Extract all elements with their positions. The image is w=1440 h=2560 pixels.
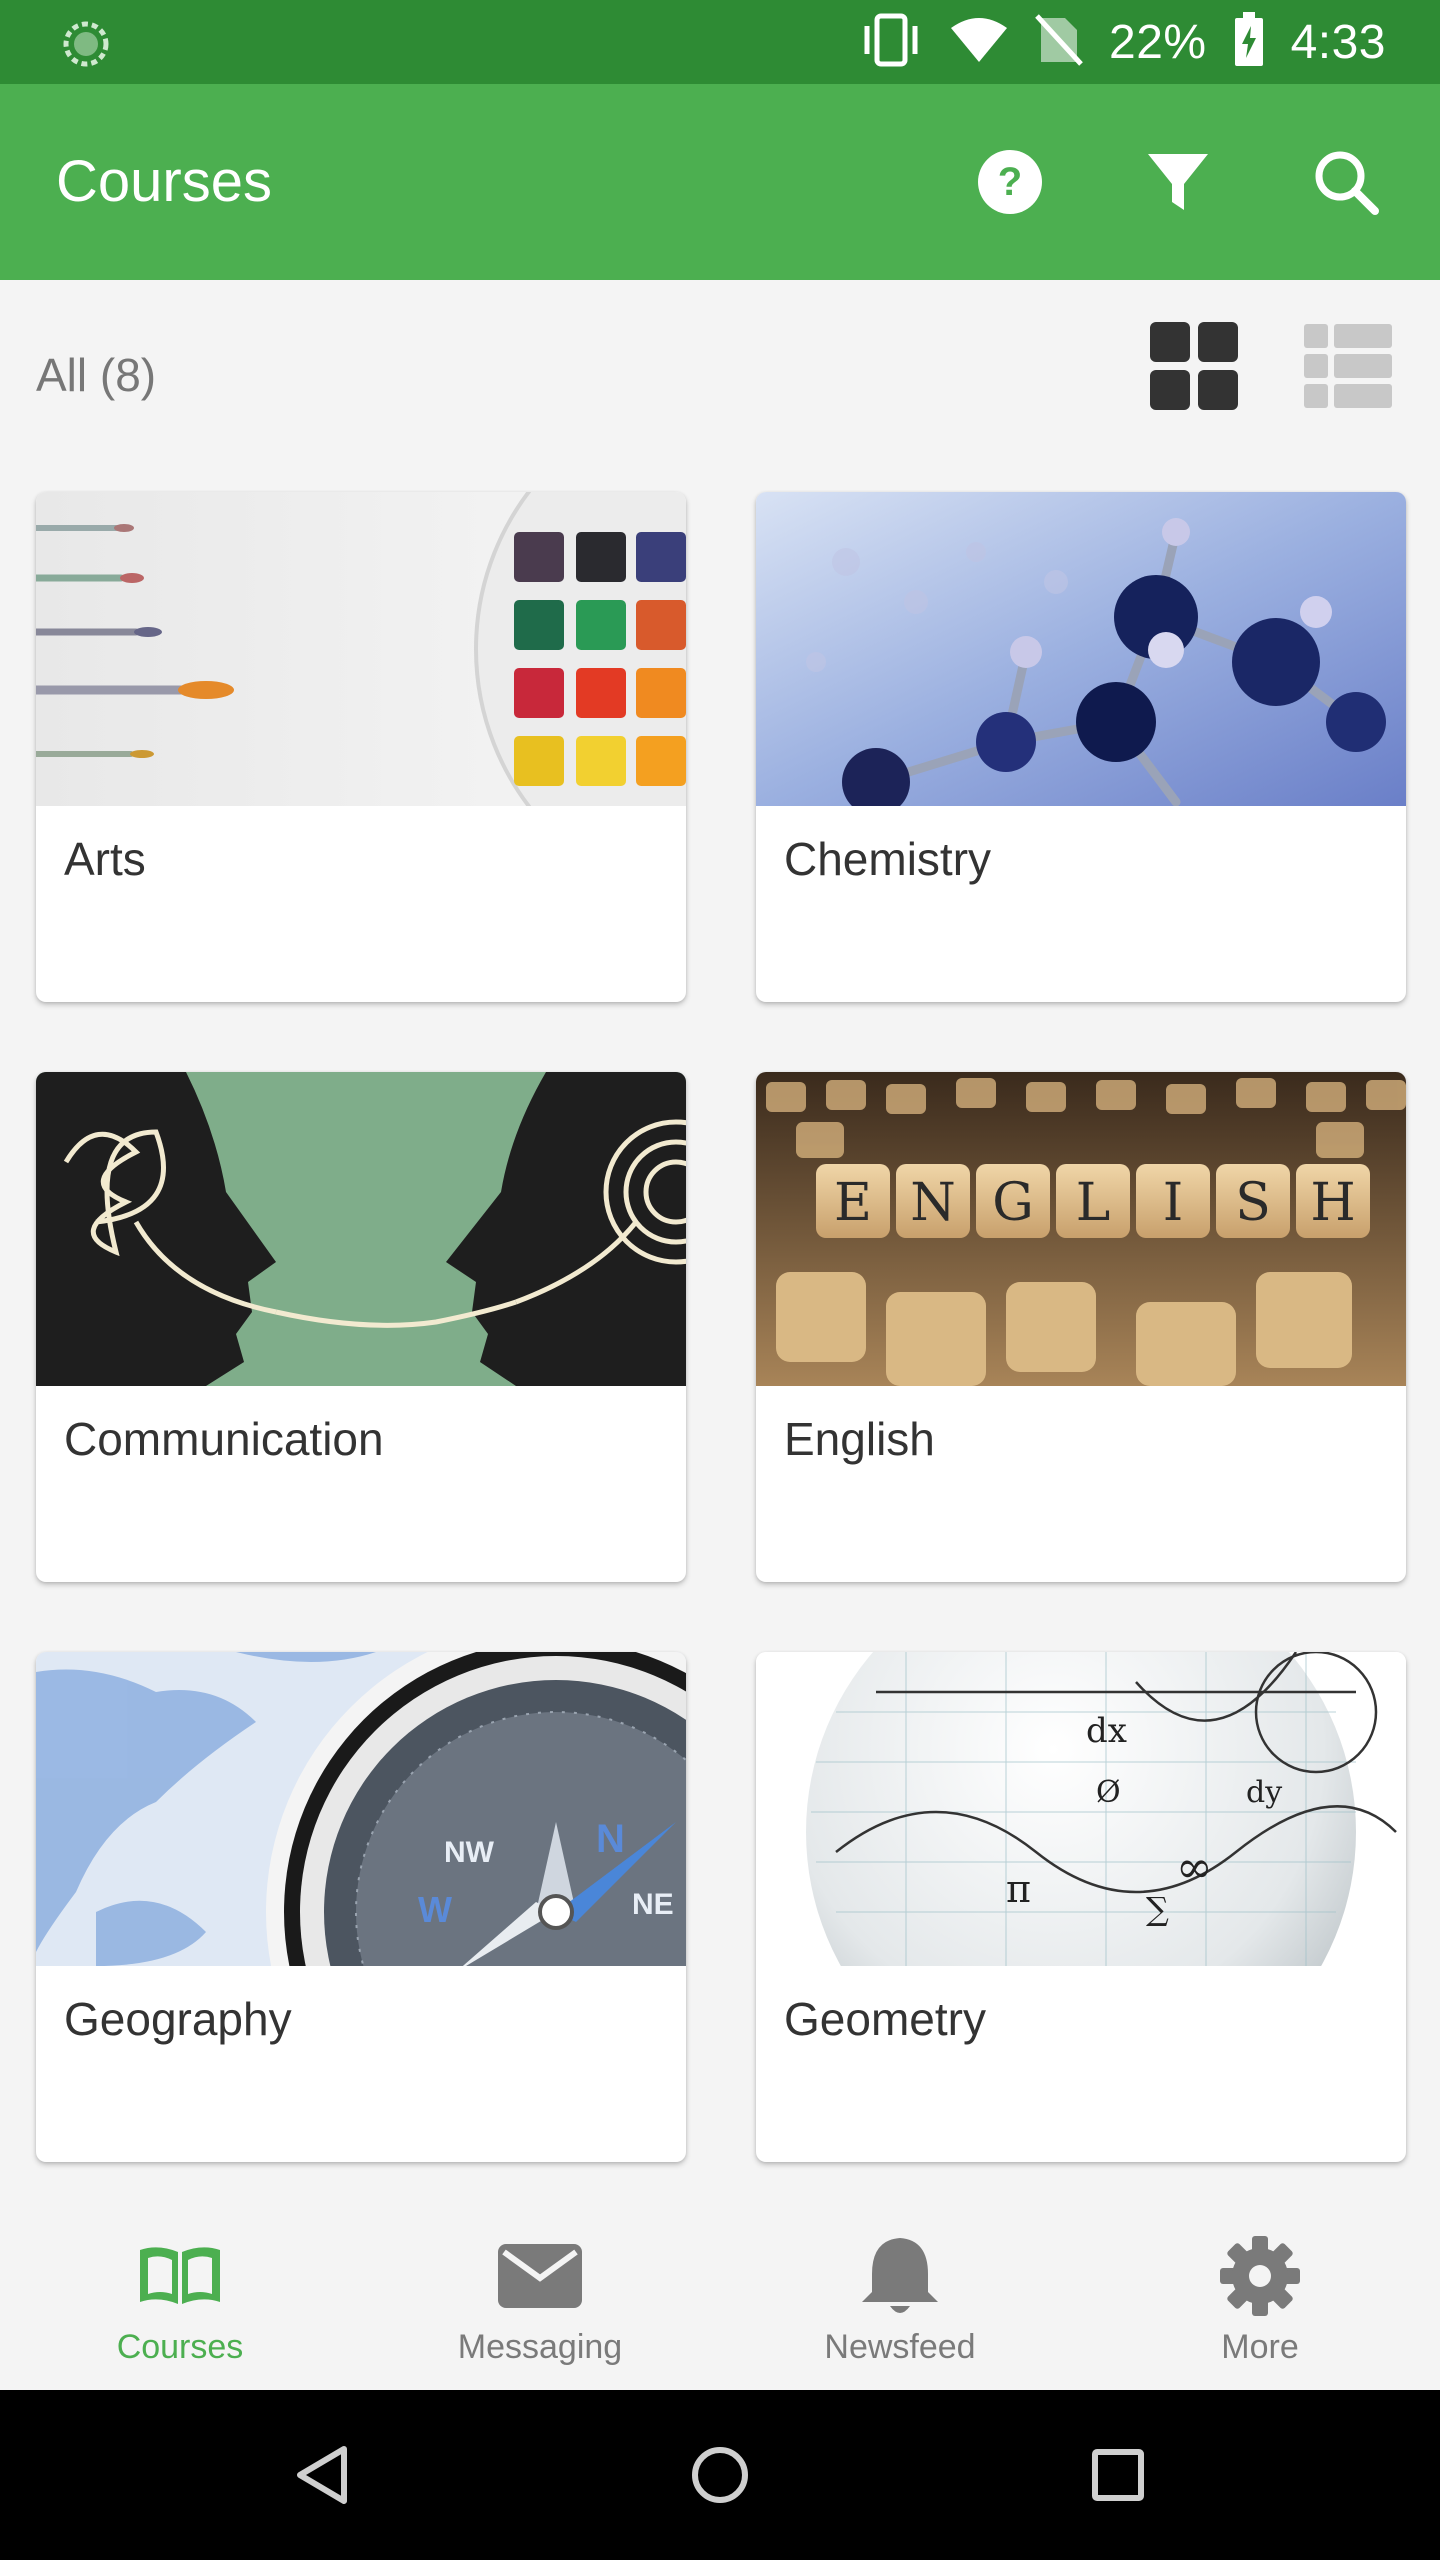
svg-text:?: ?: [998, 160, 1022, 204]
course-title: Communication: [64, 1413, 384, 1465]
battery-charging-icon: [1233, 11, 1265, 73]
back-icon: [297, 2446, 347, 2504]
course-title: English: [784, 1413, 935, 1465]
course-title: Arts: [64, 833, 146, 885]
thumb-letter: Ø: [1096, 1775, 1121, 1810]
course-card-english[interactable]: E N G L I S H English: [756, 1072, 1406, 1582]
no-sim-icon: [1035, 13, 1083, 71]
thumb-letter: N: [596, 1817, 625, 1861]
thumb-letter: NE: [632, 1888, 674, 1921]
thumb-letter: E: [834, 1173, 872, 1233]
thumb-letter: L: [1076, 1173, 1111, 1233]
recents-icon: [1092, 2449, 1144, 2501]
nav-label: More: [1221, 2328, 1299, 2366]
english-thumbnail: E N G L I S H: [756, 1072, 1406, 1386]
page-title: Courses: [56, 149, 272, 214]
arts-thumbnail: [36, 492, 686, 806]
thumb-letter: H: [1310, 1173, 1355, 1233]
nav-messaging[interactable]: Messaging: [360, 2190, 720, 2390]
home-icon: [692, 2447, 748, 2503]
course-card-geography[interactable]: NW W N NE Geography: [36, 1652, 686, 2162]
geography-thumbnail: NW W N NE: [36, 1652, 686, 1966]
nav-newsfeed[interactable]: Newsfeed: [720, 2190, 1080, 2390]
help-button[interactable]: ?: [956, 128, 1064, 236]
wifi-icon: [949, 16, 1009, 69]
thumb-letter: dx: [1086, 1711, 1127, 1751]
recents-button[interactable]: [1068, 2425, 1168, 2525]
back-button[interactable]: [272, 2425, 372, 2525]
course-card-geometry[interactable]: dx ∞ π ∑ Ø dy Geometry: [756, 1652, 1406, 2162]
book-icon: [130, 2226, 230, 2326]
nav-courses[interactable]: Courses: [0, 2190, 360, 2390]
battery-percent: 22%: [1109, 15, 1207, 69]
grid-view-icon: [1150, 322, 1238, 410]
course-count-filter[interactable]: All (8): [36, 280, 156, 470]
thumb-letter: I: [1163, 1173, 1184, 1233]
course-title: Geometry: [784, 1993, 986, 2045]
bottom-navigation: Courses Messaging Newsfeed More: [0, 2190, 1440, 2390]
nav-more[interactable]: More: [1080, 2190, 1440, 2390]
thumb-letter: W: [418, 1889, 452, 1930]
course-title: Geography: [64, 1993, 292, 2045]
grid-view-button[interactable]: [1148, 320, 1240, 412]
course-title: Chemistry: [784, 833, 992, 885]
search-icon: [1315, 151, 1379, 215]
home-button[interactable]: [670, 2425, 770, 2525]
envelope-icon: [490, 2226, 590, 2326]
communication-thumbnail: [36, 1072, 686, 1386]
chemistry-thumbnail: [756, 492, 1406, 806]
system-navigation-bar: [0, 2390, 1440, 2560]
vibrate-icon: [859, 12, 923, 73]
filter-button[interactable]: [1124, 128, 1232, 236]
thumb-letter: N: [910, 1173, 956, 1233]
thumb-letter: G: [992, 1173, 1034, 1233]
help-icon: ?: [978, 150, 1042, 214]
thumb-letter: ∑: [1146, 1890, 1169, 1928]
nav-label: Newsfeed: [824, 2328, 976, 2366]
thumb-letter: S: [1235, 1173, 1271, 1233]
course-card-arts[interactable]: Arts: [36, 492, 686, 1002]
filter-icon: [1148, 154, 1208, 210]
thumb-letter: dy: [1246, 1775, 1282, 1810]
loading-spinner-icon: [62, 20, 110, 68]
app-bar: Courses ?: [0, 84, 1440, 280]
nav-label: Messaging: [457, 2328, 623, 2366]
gear-icon: [1210, 2226, 1310, 2326]
thumb-letter: ∞: [1176, 1842, 1213, 1893]
status-bar: 22% 4:33: [0, 0, 1440, 84]
clock: 4:33: [1290, 15, 1386, 69]
thumb-letter: π: [1006, 1867, 1031, 1911]
course-card-chemistry[interactable]: Chemistry: [756, 492, 1406, 1002]
nav-label: Courses: [116, 2328, 244, 2366]
course-card-communication[interactable]: Communication: [36, 1072, 686, 1582]
geometry-thumbnail: dx ∞ π ∑ Ø dy: [756, 1652, 1406, 1966]
list-view-button[interactable]: [1302, 320, 1394, 412]
bell-icon: [850, 2226, 950, 2326]
search-button[interactable]: [1292, 128, 1400, 236]
list-view-icon: [1304, 324, 1392, 408]
thumb-letter: NW: [444, 1836, 495, 1869]
